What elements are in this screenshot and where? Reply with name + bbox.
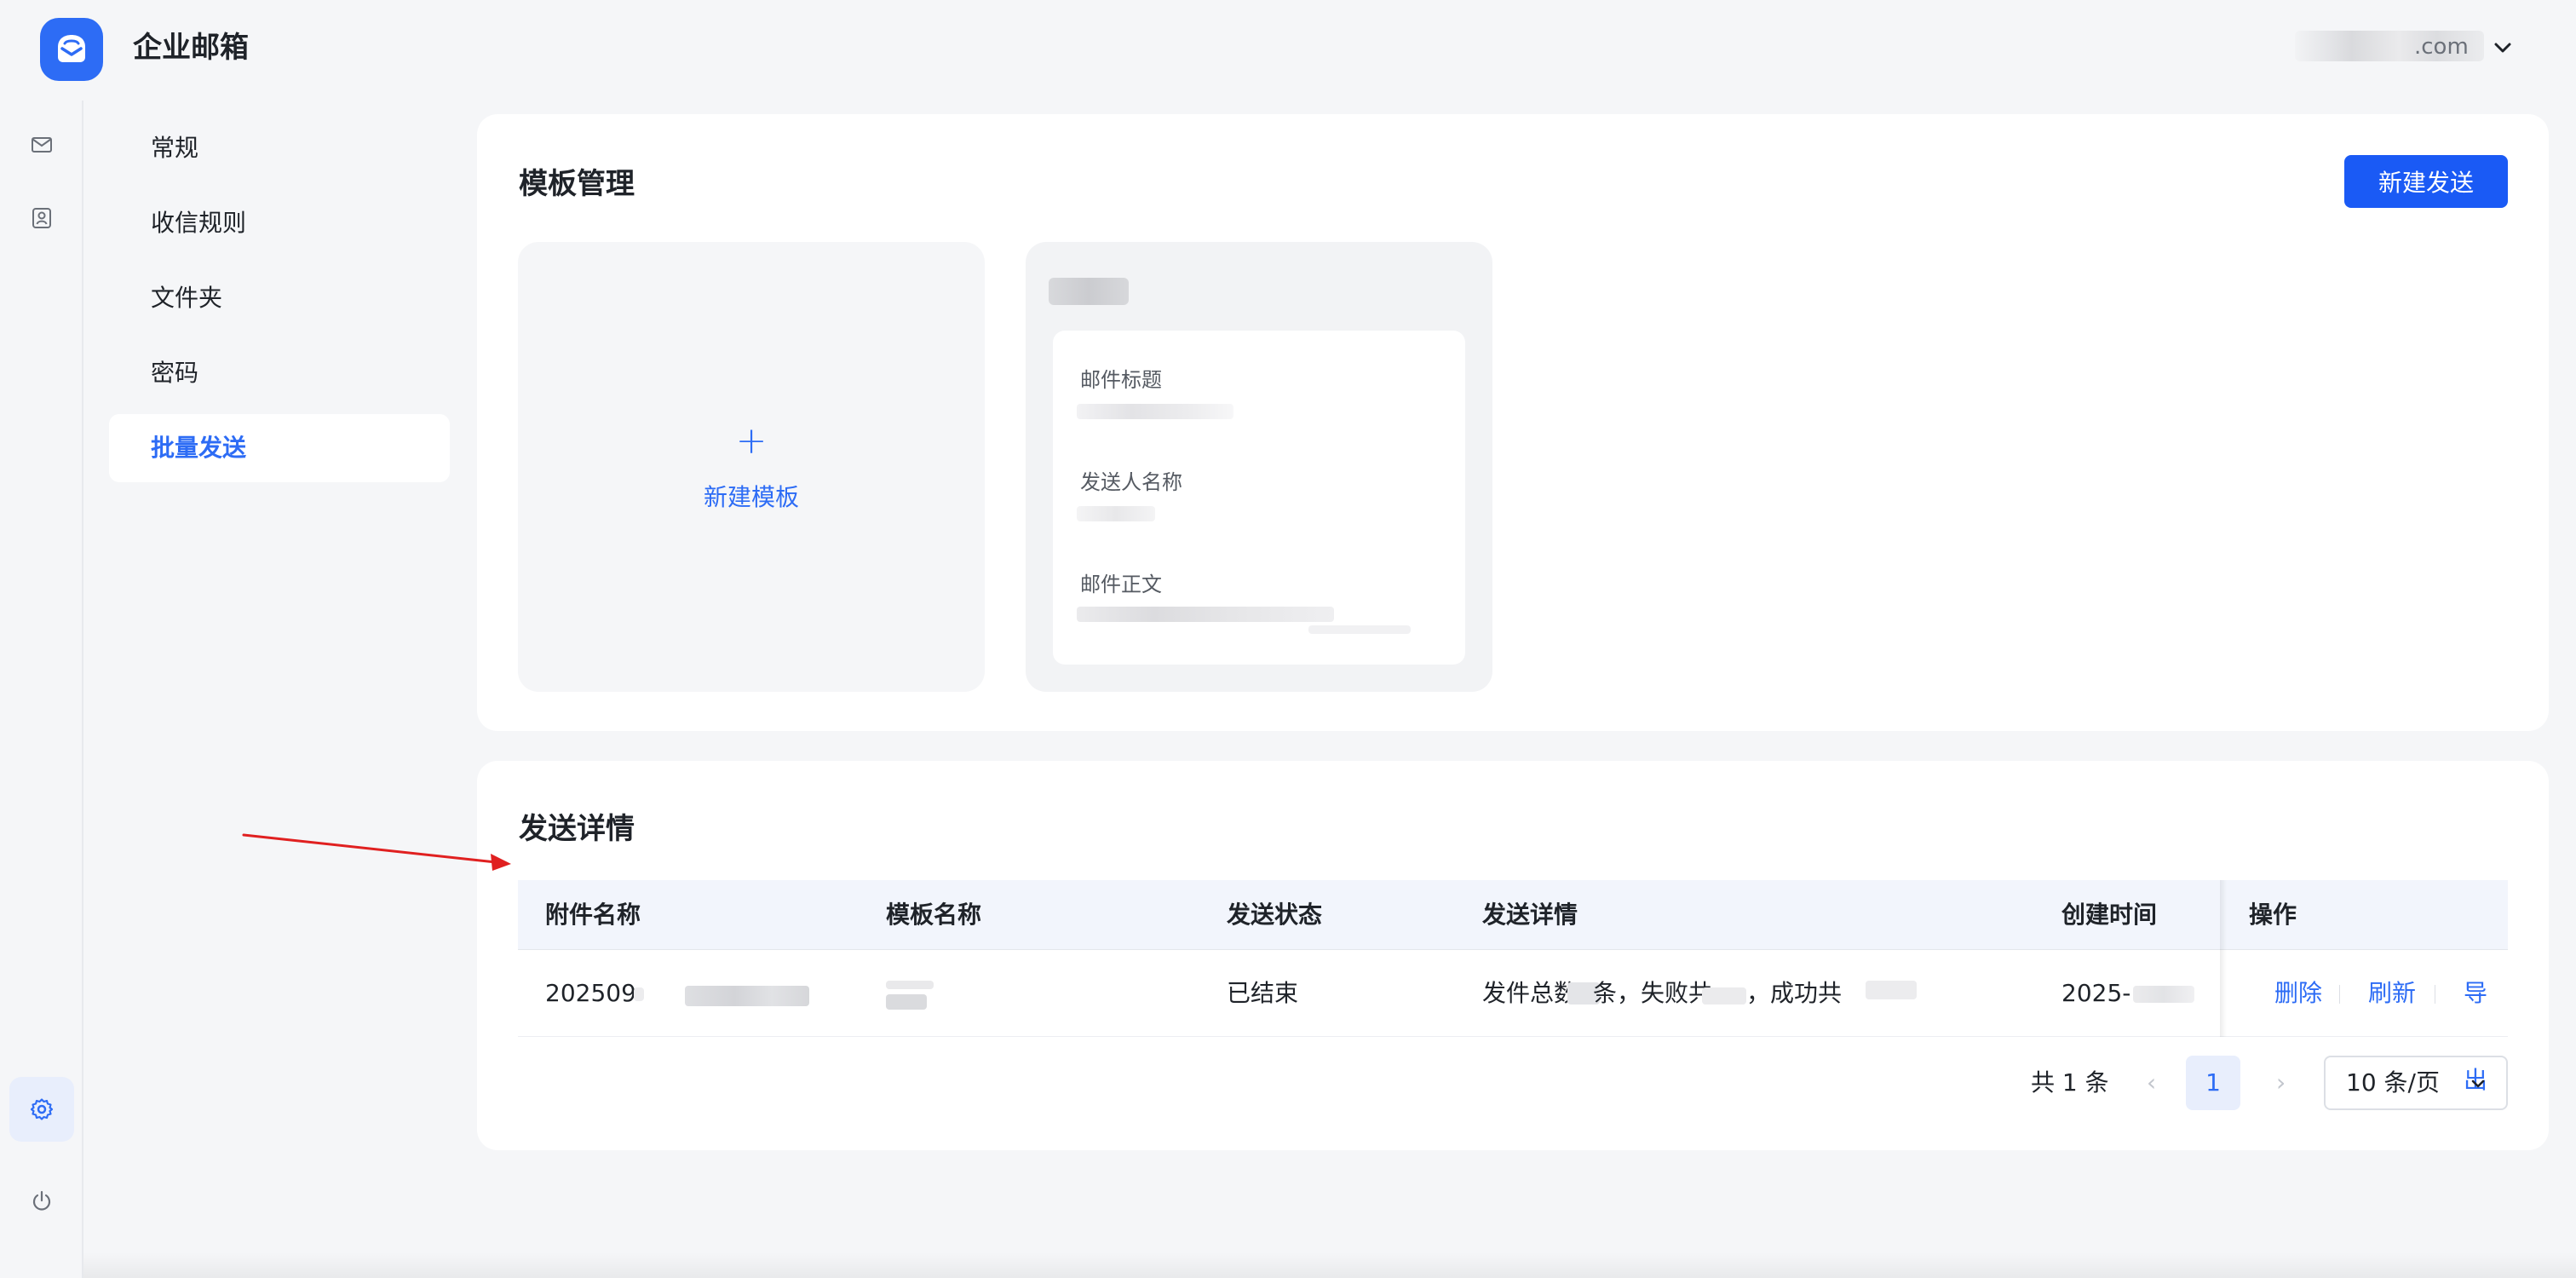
delete-link[interactable]: 删除 [2274,950,2322,1037]
send-details-card: 发送详情 附件名称 模板名称 发送状态 发送详情 创建时间 操作 202509 … [477,761,2549,1150]
fixed-column-shadow [2220,880,2227,1037]
cell-detail-success-redacted [1866,981,1917,999]
rail-settings-button[interactable] [9,1077,74,1142]
table-header: 附件名称 模板名称 发送状态 发送详情 创建时间 操作 [518,880,2508,950]
icon-rail [0,101,83,1278]
cell-attachment-redacted-2 [685,986,809,1006]
new-template-card[interactable]: + 新建模板 [518,242,985,692]
subject-label: 邮件标题 [1080,368,1162,392]
contacts-icon [32,208,51,228]
cell-template-redacted-2 [886,994,927,1010]
send-details-title: 发送详情 [519,812,635,846]
subnav-item-inbox-rules[interactable]: 收信规则 [109,189,450,257]
top-bar: 企业邮箱 .com [0,0,2576,101]
cell-detail-failed-redacted [1702,987,1746,1005]
chevron-down-icon [2471,1079,2485,1088]
body-label: 邮件正文 [1080,573,1162,596]
pagination-prev-icon[interactable]: ‹ [2147,1056,2156,1110]
sender-name-label: 发送人名称 [1080,470,1182,494]
app-title: 企业邮箱 [133,31,249,65]
chevron-down-icon[interactable] [2489,34,2516,61]
pagination-page-1[interactable]: 1 [2186,1056,2240,1110]
pagination-next-icon[interactable]: › [2276,1056,2286,1110]
action-divider [2339,985,2340,1004]
subnav-item-general[interactable]: 常规 [109,114,450,182]
pagination-total: 共 1 条 [2031,1068,2109,1097]
template-card[interactable]: 邮件标题 发送人名称 邮件正文 [1026,242,1492,692]
template-management-title: 模板管理 [519,167,635,201]
column-header-created: 创建时间 [2061,901,2158,929]
subnav-item-folders[interactable]: 文件夹 [109,264,450,332]
cell-template-redacted [886,981,934,989]
cell-status: 已结束 [1227,979,1299,1007]
template-management-card: 模板管理 新建发送 + 新建模板 邮件标题 发送人名称 邮件正文 [477,114,2549,731]
rail-mail-button[interactable] [9,112,74,177]
subject-value-redacted [1077,404,1233,419]
cell-attachment-redacted [634,987,644,1001]
annotation-arrow [242,833,511,871]
subnav-item-bulk-send[interactable]: 批量发送 [109,414,450,482]
sender-value-redacted [1077,506,1155,521]
user-name-fragment: .com [2414,34,2469,60]
page-size-select[interactable]: 10 条/页 [2324,1056,2508,1110]
bottom-shadow [83,1252,2576,1278]
column-header-status: 发送状态 [1227,901,1323,929]
template-preview: 邮件标题 发送人名称 邮件正文 [1053,331,1465,665]
cell-detail-success: ，成功共 [1746,979,1843,1007]
column-header-actions: 操作 [2249,901,2297,929]
send-details-table: 附件名称 模板名称 发送状态 发送详情 创建时间 操作 202509 已结束 发… [518,880,2508,1094]
pagination: 共 1 条 ‹ 1 › 10 条/页 [2031,1056,2508,1110]
settings-icon [30,1098,54,1120]
cell-detail-failed: 条，失败共 [1593,979,1713,1007]
new-send-button[interactable]: 新建发送 [2344,155,2508,208]
mailbox-logo-icon [58,35,85,62]
new-template-label: 新建模板 [703,483,799,511]
template-name-redacted [1049,278,1129,305]
cell-attachment: 202509 [545,979,636,1007]
cell-created: 2025- [2061,979,2131,1007]
settings-subnav: 常规 收信规则 文件夹 密码 批量发送 [109,114,450,489]
column-header-template: 模板名称 [886,901,982,929]
page-size-value: 10 条/页 [2346,1068,2440,1097]
rail-contacts-button[interactable] [9,186,74,250]
plus-icon: + [735,419,768,463]
body-value-redacted [1077,607,1334,622]
refresh-link[interactable]: 刷新 [2368,950,2416,1037]
body-value-redacted-2 [1308,625,1411,634]
user-menu[interactable]: .com [2295,29,2516,66]
column-header-detail: 发送详情 [1482,901,1578,929]
rail-logout-button[interactable] [9,1169,74,1234]
cell-created-redacted [2133,986,2194,1003]
mail-icon [32,137,52,153]
app-logo [40,18,103,81]
cell-detail-total: 发件总数 [1482,979,1578,1007]
column-header-attachment: 附件名称 [545,901,641,929]
power-icon [32,1190,51,1211]
table-row: 202509 已结束 发件总数 条，失败共 ，成功共 2025- 删除 刷新 导… [518,950,2508,1094]
subnav-item-password[interactable]: 密码 [109,339,450,407]
